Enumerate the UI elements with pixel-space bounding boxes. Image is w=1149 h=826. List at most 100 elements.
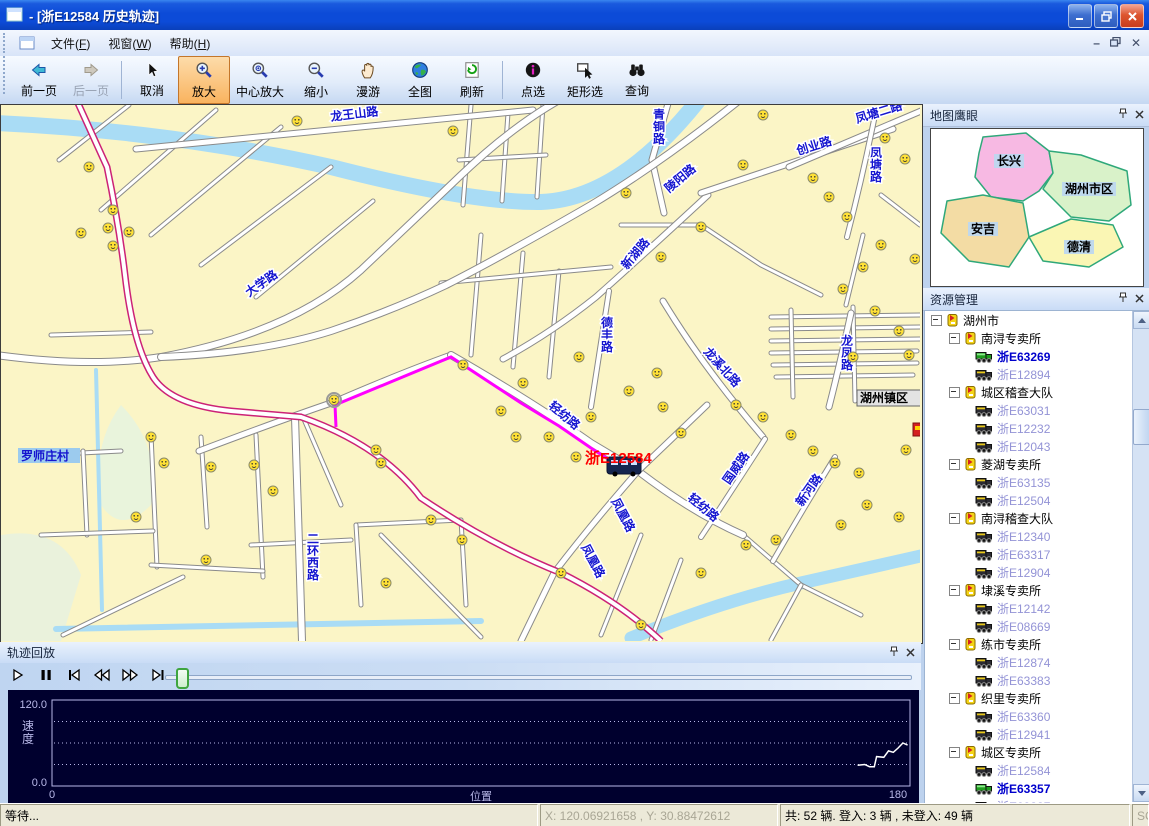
tree-collapse-box[interactable] [949,585,960,596]
toolbar-grip[interactable] [3,56,10,94]
menu-item-w[interactable]: 视窗(W) [99,32,160,55]
minimize-button[interactable] [1068,4,1092,28]
tree-collapse-box[interactable] [931,315,942,326]
vehicle-marker-icon[interactable] [457,535,467,545]
vehicle-marker-icon[interactable] [838,284,848,294]
slider-thumb[interactable] [176,668,189,689]
tree-item-group[interactable]: 织里专卖所 [925,689,1132,707]
vehicle-marker-icon[interactable] [758,412,768,422]
scroll-down-button[interactable] [1133,784,1149,802]
toolbar-button-zoom-out[interactable]: 缩小 [290,56,342,104]
toolbar-button-rect-select[interactable]: 矩形选 [559,56,611,104]
scroll-thumb[interactable] [1133,409,1149,445]
vehicle-marker-icon[interactable] [574,352,584,362]
eagle-map[interactable]: 长兴湖州市区安吉德清 [930,128,1144,287]
vehicle-marker-icon[interactable] [249,460,259,470]
vehicle-marker-icon[interactable] [862,500,872,510]
vehicle-marker-icon[interactable] [556,568,566,578]
vehicle-marker-icon[interactable] [652,368,662,378]
tree-item-vehicle[interactable]: 浙E12584 [925,761,1132,779]
vehicle-marker-icon[interactable] [910,254,920,264]
vehicle-marker-icon[interactable] [836,520,846,530]
vehicle-marker-icon[interactable] [842,212,852,222]
vehicle-marker-icon[interactable] [624,386,634,396]
tree-item-group[interactable]: 菱湖专卖所 [925,455,1132,473]
vehicle-marker-icon[interactable] [741,540,751,550]
vehicle-marker-icon[interactable] [426,515,436,525]
fast-forward-button[interactable] [116,664,144,689]
mdi-restore-icon[interactable] [1110,37,1121,49]
menu-grip[interactable] [3,33,10,54]
toolbar-button-zoom-in[interactable]: 放大 [178,56,230,104]
vehicle-marker-icon[interactable] [858,262,868,272]
vehicle-marker-icon[interactable] [808,173,818,183]
tree-item-vehicle[interactable]: 浙E12043 [925,437,1132,455]
tree-item-group[interactable]: 埭溪专卖所 [925,581,1132,599]
vehicle-marker-icon[interactable] [901,445,911,455]
play-button[interactable] [4,664,32,689]
vehicle-marker-icon[interactable] [371,445,381,455]
vehicle-marker-icon[interactable] [676,428,686,438]
vehicle-marker-icon[interactable] [738,160,748,170]
vehicle-marker-icon[interactable] [571,452,581,462]
tree-item-vehicle[interactable]: 浙E12142 [925,599,1132,617]
vehicle-marker-icon[interactable] [84,162,94,172]
close-icon[interactable] [906,646,915,660]
vehicle-marker-icon[interactable] [586,412,596,422]
vehicle-marker-icon[interactable] [894,512,904,522]
toolbar-button-binoculars[interactable]: 查询 [611,56,663,104]
vehicle-marker-icon[interactable] [458,360,468,370]
tree-item-vehicle[interactable]: 浙E12504 [925,491,1132,509]
vehicle-marker-icon[interactable] [544,432,554,442]
tree-item-vehicle[interactable]: 浙E12874 [925,653,1132,671]
skip-start-button[interactable] [60,664,88,689]
toolbar-button-cursor[interactable]: 取消 [126,56,178,104]
menu-item-f[interactable]: 文件(F) [42,32,99,55]
playback-slider[interactable] [165,675,912,680]
vehicle-marker-icon[interactable] [448,126,458,136]
vehicle-marker-icon[interactable] [830,458,840,468]
tree-collapse-box[interactable] [949,747,960,758]
tree-item-root[interactable]: 湖州市 [925,311,1132,329]
pin-icon[interactable] [1118,292,1128,306]
vehicle-marker-icon[interactable] [206,462,216,472]
mdi-minimize-icon[interactable]: – [1093,37,1100,49]
rewind-button[interactable] [88,664,116,689]
vehicle-marker-icon[interactable] [76,228,86,238]
tree-item-vehicle[interactable]: 浙E63135 [925,473,1132,491]
toolbar-button-pan-hand[interactable]: 漫游 [342,56,394,104]
tree-item-vehicle[interactable]: 浙E12894 [925,365,1132,383]
vehicle-marker-icon[interactable] [696,568,706,578]
tree-collapse-box[interactable] [949,513,960,524]
vehicle-marker-icon[interactable] [870,306,880,316]
vehicle-marker-icon[interactable] [621,188,631,198]
vehicle-marker-icon[interactable] [327,393,341,407]
vehicle-marker-icon[interactable] [824,192,834,202]
toolbar-button-refresh[interactable]: 刷新 [446,56,498,104]
vehicle-marker-icon[interactable] [900,154,910,164]
tree-item-group[interactable]: 南浔稽查大队 [925,509,1132,527]
vehicle-marker-icon[interactable] [131,512,141,522]
tree-item-group[interactable]: 城区稽查大队 [925,383,1132,401]
vehicle-marker-icon[interactable] [771,535,781,545]
tree-item-vehicle[interactable]: 浙E08669 [925,617,1132,635]
vehicle-marker-icon[interactable] [518,378,528,388]
scroll-up-button[interactable] [1133,311,1149,329]
vehicle-marker-icon[interactable] [103,223,113,233]
toolbar-button-globe[interactable]: 全图 [394,56,446,104]
tree-item-vehicle[interactable]: 浙E12941 [925,725,1132,743]
tree-item-vehicle[interactable]: 浙E63269 [925,347,1132,365]
vehicle-marker-icon[interactable] [808,446,818,456]
map-canvas[interactable]: 龙王山路青铜路凤塘二路凤塘路创业路陵阳路新湖路大学路德丰路龙溪北路轻纺路龙凤路国… [0,104,923,644]
vehicle-marker-icon[interactable] [854,468,864,478]
vehicle-marker-icon[interactable] [376,458,386,468]
toolbar-button-center-zoom[interactable]: 中心放大 [230,56,290,104]
tree-collapse-box[interactable] [949,693,960,704]
tree-item-group[interactable]: 城区专卖所 [925,743,1132,761]
vehicle-marker-icon[interactable] [731,400,741,410]
tree-item-vehicle[interactable]: 浙E12232 [925,419,1132,437]
vehicle-marker-icon[interactable] [656,252,666,262]
vehicle-marker-icon[interactable] [268,486,278,496]
mdi-close-icon[interactable]: ✕ [1131,37,1141,49]
vehicle-marker-icon[interactable] [124,227,134,237]
